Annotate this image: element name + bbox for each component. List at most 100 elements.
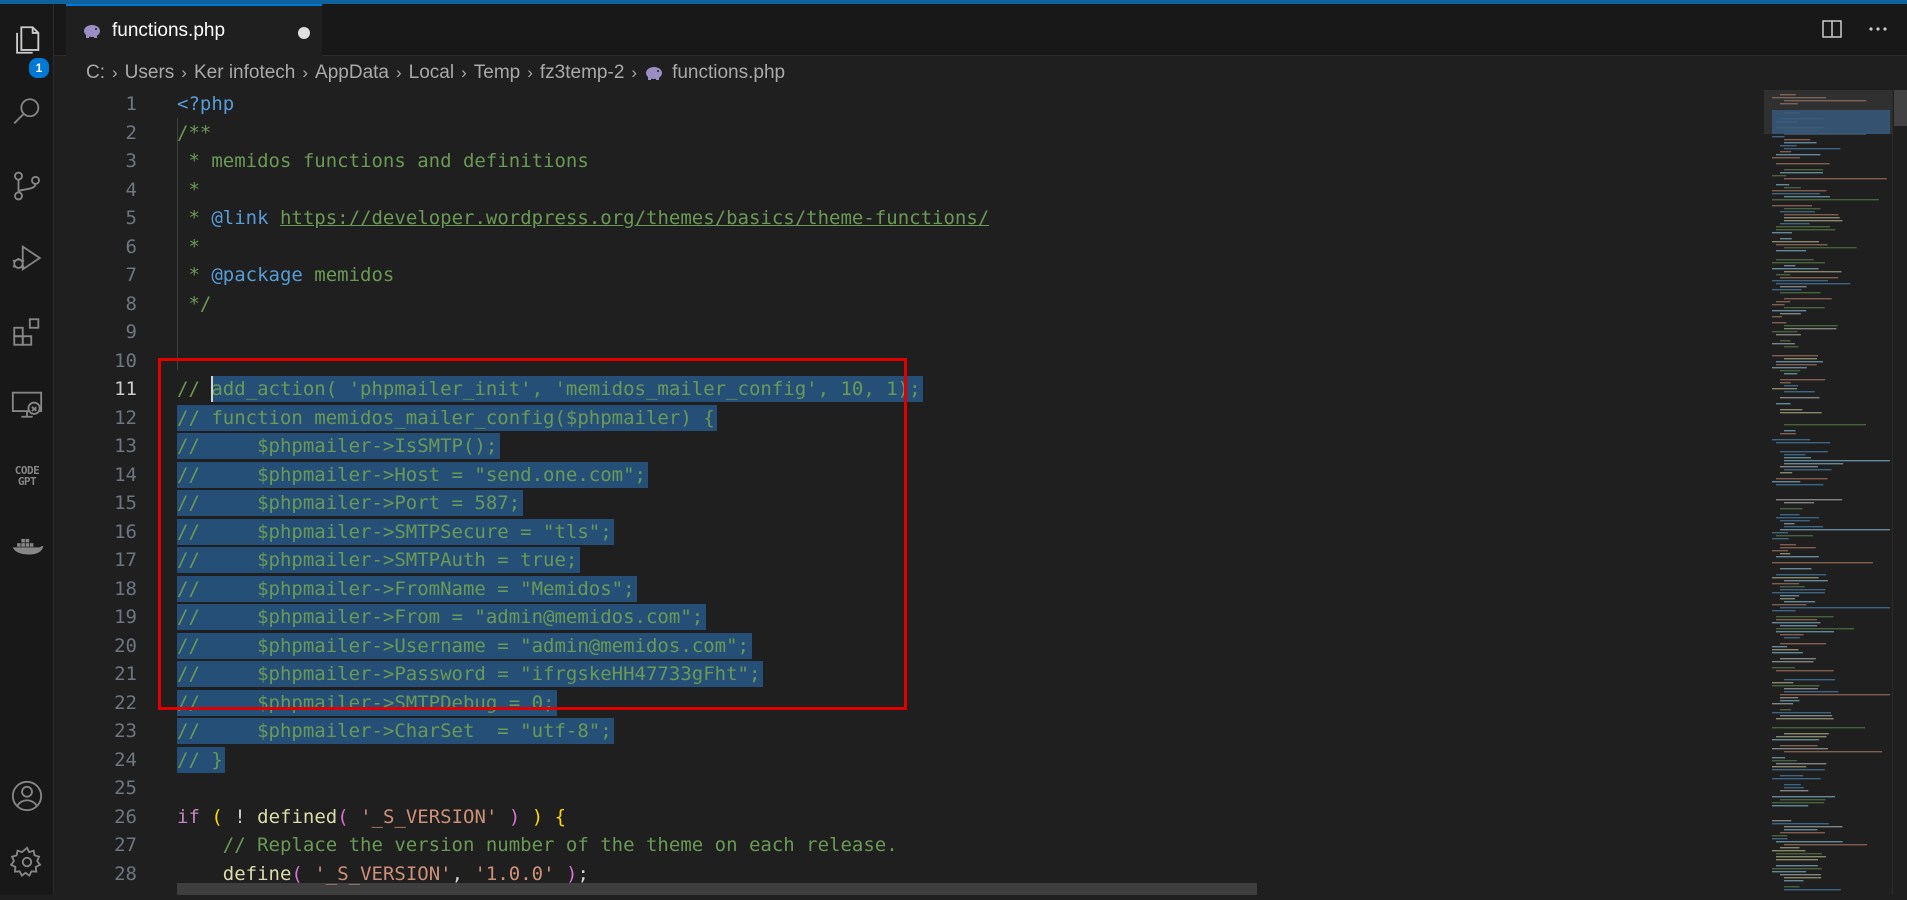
minimap-line (1776, 154, 1821, 156)
token: https://developer.wordpress.org/themes/b… (279, 207, 990, 229)
minimap-line (1784, 373, 1798, 375)
minimap-line (1780, 514, 1800, 516)
manage-button[interactable] (0, 838, 54, 886)
breadcrumb-item[interactable]: C: (86, 62, 105, 84)
minimap-line (1784, 469, 1832, 471)
minimap-line (1784, 385, 1799, 387)
minimap-line (1784, 391, 1815, 393)
breadcrumb-item[interactable]: fz3temp-2 (540, 62, 624, 84)
minimap-line (1784, 454, 1806, 456)
minimap-line (1780, 709, 1792, 711)
line-number: 1 (125, 93, 137, 115)
minimap-line (1772, 538, 1789, 540)
minimap-line (1780, 286, 1807, 288)
minimap-line (1776, 853, 1822, 855)
minimap-line (1776, 535, 1813, 537)
minimap-line (1772, 748, 1829, 750)
minimap-line (1772, 439, 1811, 441)
minimap-line (1780, 553, 1791, 555)
minimap-line (1776, 244, 1828, 246)
minimap-line (1772, 805, 1809, 807)
docker-icon (12, 538, 44, 555)
minimap-line (1784, 247, 1857, 249)
minimap-line (1772, 835, 1788, 837)
minimap-line (1780, 595, 1800, 597)
accounts-button[interactable] (0, 772, 54, 820)
line-number: 11 (114, 378, 137, 400)
vertical-scrollbar[interactable] (1892, 90, 1907, 895)
code-line[interactable]: 5 * @link https://developer.wordpress.or… (54, 204, 1764, 232)
minimap-line (1780, 589, 1826, 591)
code-line[interactable]: 6 * (54, 233, 1764, 261)
remote-explorer-button[interactable] (0, 380, 54, 428)
code-line[interactable]: 2 /** (54, 119, 1764, 147)
line-number: 28 (114, 862, 137, 885)
breadcrumb-item[interactable]: Local (409, 62, 454, 84)
minimap-line (1780, 847, 1800, 849)
breadcrumb-item[interactable]: AppData (315, 62, 389, 84)
minimap-line (1784, 784, 1801, 786)
code-line[interactable]: 26 if ( ! defined( '_S_VERSION' ) ) { (54, 803, 1764, 831)
minimap-line (1772, 820, 1792, 822)
token: ( (337, 805, 349, 828)
line-number: 8 (125, 292, 137, 315)
code-line[interactable]: 4 * (54, 176, 1764, 204)
minimap-line (1776, 184, 1790, 186)
codegpt-button[interactable]: CODE GPT (0, 452, 54, 500)
code-line[interactable]: 23 // $phpmailer->CharSet = "utf-8"; (54, 717, 1764, 745)
activity-bar: 1 CODE GPT (0, 4, 54, 895)
code-line[interactable]: 7 * @package memidos (54, 261, 1764, 289)
minimap-line (1772, 760, 1797, 762)
minimap-line (1772, 355, 1819, 357)
minimap-line (1784, 457, 1812, 459)
minimap-line (1772, 712, 1831, 714)
line-number: 13 (114, 435, 137, 457)
code-line[interactable]: 9 (54, 318, 1764, 346)
line-number: 27 (114, 834, 137, 856)
tab-bar: functions.php (54, 4, 1907, 56)
scrollbar-thumb[interactable] (1894, 90, 1907, 126)
more-actions-icon[interactable] (1867, 18, 1889, 40)
minimap-line (1772, 703, 1794, 705)
breadcrumb-item[interactable]: functions.php (672, 62, 785, 84)
minimap-line (1780, 658, 1816, 660)
code-line[interactable]: 25 (54, 774, 1764, 802)
minimap-line (1772, 232, 1793, 234)
minimap-line (1772, 646, 1788, 648)
source-control-button[interactable] (0, 162, 54, 210)
breadcrumb-item[interactable]: Ker infotech (194, 62, 295, 84)
code-line[interactable]: 8 */ (54, 290, 1764, 318)
code-editor[interactable]: 1 <?php 2 /** 3 * memidos functions and defi… (54, 90, 1764, 895)
search-button[interactable] (0, 88, 54, 136)
minimap-line (1780, 313, 1801, 315)
explorer-button[interactable]: 1 (0, 16, 54, 80)
minimap-line (1772, 757, 1786, 759)
breadcrumb-item[interactable]: Users (125, 62, 175, 84)
horizontal-scrollbar[interactable] (177, 883, 1257, 895)
run-debug-button[interactable] (0, 234, 54, 282)
code-line[interactable]: 27 // Replace the version number of the … (54, 831, 1764, 859)
minimap-line (1772, 316, 1783, 318)
token: <?php (177, 93, 235, 115)
docker-button[interactable] (0, 522, 54, 570)
tab-functions-php[interactable]: functions.php (66, 4, 322, 56)
code-line[interactable]: 24 // } (54, 746, 1764, 774)
minimap-line (1772, 778, 1821, 780)
line-number: 2 (125, 121, 137, 144)
code-line[interactable]: 1 <?php (54, 90, 1764, 118)
unsaved-dot-icon[interactable] (298, 27, 310, 39)
code-line[interactable]: 3 * memidos functions and definitions (54, 147, 1764, 175)
minimap-slider[interactable] (1764, 90, 1892, 134)
breadcrumb-item[interactable]: Temp (474, 62, 520, 84)
token: * (177, 178, 200, 201)
minimap[interactable] (1764, 90, 1892, 895)
split-editor-icon[interactable] (1821, 18, 1843, 40)
minimap-line (1776, 229, 1836, 231)
minimap-line (1784, 169, 1824, 171)
extensions-button[interactable] (0, 308, 54, 356)
minimap-line (1776, 334, 1801, 336)
token: '1.0.0' (474, 862, 555, 885)
minimap-line (1780, 172, 1824, 174)
